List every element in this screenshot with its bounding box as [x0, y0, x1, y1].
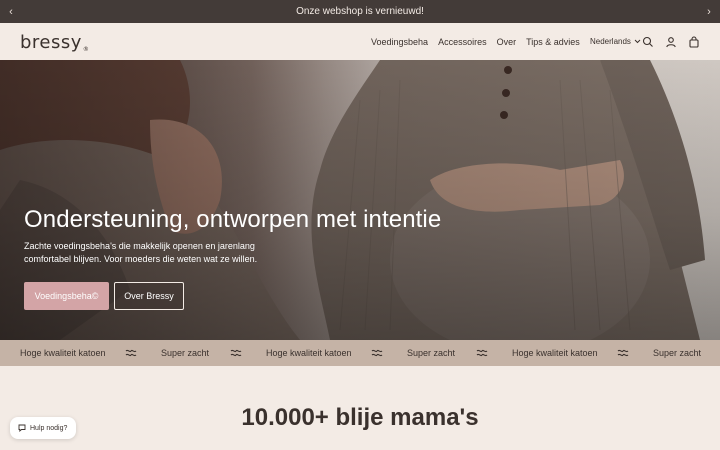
- marquee-item: Super zacht: [653, 348, 702, 358]
- main-nav: Voedingsbeha Accessoires Over Tips & adv…: [371, 23, 580, 60]
- about-bressy-button[interactable]: Over Bressy: [114, 282, 184, 310]
- marquee-item: Super zacht: [161, 348, 210, 358]
- nav-item-over[interactable]: Over: [497, 37, 517, 47]
- cart-icon[interactable]: [688, 35, 700, 48]
- search-icon[interactable]: [642, 36, 654, 48]
- bressy-mark-icon: [125, 349, 137, 357]
- bressy-mark-icon: [617, 349, 629, 357]
- announcement-bar: ‹ Onze webshop is vernieuwd! ›: [0, 0, 720, 23]
- header-icons: [642, 23, 700, 60]
- marquee-item: Hoge kwaliteit katoen: [266, 348, 352, 358]
- marquee-item: Hoge kwaliteit katoen: [512, 348, 598, 358]
- site-header: bressy® Voedingsbeha Accessoires Over Ti…: [0, 23, 720, 60]
- help-button[interactable]: Hulp nodig?: [10, 417, 76, 439]
- bressy-mark-icon: [371, 349, 383, 357]
- usp-marquee: Hoge kwaliteit katoen Super zacht Hoge k…: [0, 340, 720, 366]
- help-label: Hulp nodig?: [30, 424, 68, 432]
- logo-text: bressy: [20, 32, 82, 53]
- nav-item-tips-advies[interactable]: Tips & advies: [526, 37, 580, 47]
- chevron-left-icon[interactable]: ‹: [0, 0, 22, 23]
- logo[interactable]: bressy®: [20, 32, 89, 53]
- marquee-item: Hoge kwaliteit katoen: [20, 348, 106, 358]
- shop-voedingsbeha-button[interactable]: Voedingsbeha©: [24, 282, 109, 310]
- hero-banner: Ondersteuning, ontworpen met intentie Za…: [0, 60, 720, 340]
- hero-title: Ondersteuning, ontworpen met intentie: [24, 206, 442, 233]
- hero-subtitle: Zachte voedingsbeha's die makkelijk open…: [24, 241, 258, 264]
- bressy-mark-icon: [230, 349, 242, 357]
- chevron-right-icon[interactable]: ›: [698, 0, 720, 23]
- logo-registered-mark: ®: [82, 46, 90, 53]
- marquee-item: Super zacht: [407, 348, 456, 358]
- nav-item-voedingsbeha[interactable]: Voedingsbeha: [371, 37, 428, 47]
- account-icon[interactable]: [665, 36, 677, 48]
- bressy-mark-icon: [476, 349, 488, 357]
- language-label: Nederlands: [590, 37, 631, 46]
- language-selector[interactable]: Nederlands: [590, 23, 641, 60]
- section-title: 10.000+ blije mama's: [241, 404, 479, 431]
- chevron-down-icon: [634, 39, 641, 44]
- nav-item-accessoires[interactable]: Accessoires: [438, 37, 487, 47]
- chat-icon: [18, 424, 26, 432]
- announcement-text: Onze webshop is vernieuwd!: [296, 6, 424, 17]
